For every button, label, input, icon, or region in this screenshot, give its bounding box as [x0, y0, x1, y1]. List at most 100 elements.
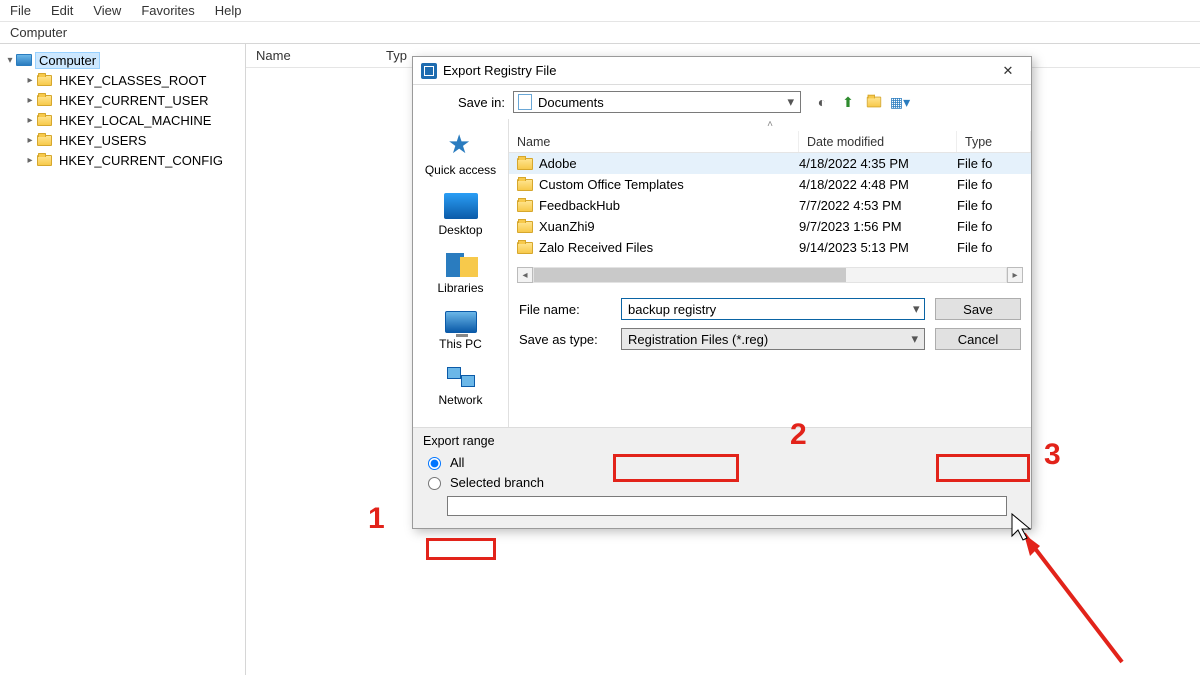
file-date: 4/18/2022 4:35 PM	[799, 156, 957, 171]
tree-node-label: HKEY_CURRENT_CONFIG	[56, 153, 226, 168]
place-this-pc[interactable]: This PC	[413, 303, 508, 359]
close-button[interactable]: ✕	[993, 60, 1023, 82]
folder-icon	[517, 242, 533, 254]
computer-icon	[16, 53, 32, 67]
libraries-icon	[446, 253, 476, 277]
place-label: This PC	[439, 337, 482, 351]
tree-node-label: HKEY_CURRENT_USER	[56, 93, 212, 108]
file-name: Zalo Received Files	[539, 240, 653, 255]
chevron-down-icon[interactable]: ▾	[787, 94, 794, 110]
radio-all[interactable]	[428, 457, 441, 470]
place-libraries[interactable]: Libraries	[413, 245, 508, 303]
save-in-combo[interactable]: Documents ▾	[513, 91, 801, 113]
save-as-type-combo[interactable]: Registration Files (*.reg) ▾	[621, 328, 925, 350]
col-type[interactable]: Type	[957, 131, 1031, 152]
chevron-down-icon[interactable]: ▾	[911, 331, 918, 347]
file-type: File fo	[957, 219, 1031, 234]
chevron-right-icon[interactable]: ▸	[24, 75, 36, 86]
document-icon	[518, 94, 532, 110]
save-button[interactable]: Save	[935, 298, 1021, 320]
up-folder-icon[interactable]: ⬆	[839, 93, 857, 111]
radio-selected-branch[interactable]	[428, 477, 441, 490]
file-row[interactable]: Zalo Received Files 9/14/2023 5:13 PM Fi…	[509, 237, 1031, 258]
file-date: 4/18/2022 4:48 PM	[799, 177, 957, 192]
this-pc-icon	[445, 311, 477, 333]
file-type: File fo	[957, 177, 1031, 192]
cancel-button[interactable]: Cancel	[935, 328, 1021, 350]
address-bar: Computer	[0, 22, 1200, 44]
save-as-type-label: Save as type:	[519, 332, 611, 347]
col-name[interactable]: Name	[509, 131, 799, 152]
file-row[interactable]: XuanZhi9 9/7/2023 1:56 PM File fo	[509, 216, 1031, 237]
scroll-left-icon[interactable]: ◂	[517, 267, 533, 283]
tree-node-label: HKEY_USERS	[56, 133, 149, 148]
regedit-icon	[421, 63, 437, 79]
folder-icon	[517, 200, 533, 212]
scroll-track[interactable]	[533, 267, 1007, 283]
tree-node-label: HKEY_LOCAL_MACHINE	[56, 113, 214, 128]
file-name: Adobe	[539, 156, 577, 171]
tree-node-label: HKEY_CLASSES_ROOT	[56, 73, 209, 88]
file-name: XuanZhi9	[539, 219, 595, 234]
tree-node-hklm[interactable]: ▸ HKEY_LOCAL_MACHINE	[0, 110, 245, 130]
folder-icon	[36, 133, 52, 147]
selected-branch-input[interactable]	[447, 496, 1007, 516]
scroll-right-icon[interactable]: ▸	[1007, 267, 1023, 283]
file-row[interactable]: FeedbackHub 7/7/2022 4:53 PM File fo	[509, 195, 1031, 216]
menu-favorites[interactable]: Favorites	[141, 3, 194, 18]
view-menu-icon[interactable]: ▦▾	[891, 93, 909, 111]
file-name: Custom Office Templates	[539, 177, 684, 192]
horizontal-scrollbar[interactable]: ◂ ▸	[517, 266, 1023, 284]
place-label: Quick access	[425, 163, 496, 177]
file-date: 9/7/2023 1:56 PM	[799, 219, 957, 234]
new-folder-icon[interactable]	[865, 93, 883, 111]
export-range-label: Export range	[423, 434, 1021, 448]
file-row[interactable]: Adobe 4/18/2022 4:35 PM File fo	[509, 153, 1031, 174]
col-date-modified[interactable]: Date modified	[799, 131, 957, 152]
menu-view[interactable]: View	[93, 3, 121, 18]
tree-node-computer[interactable]: ▾ Computer	[0, 50, 245, 70]
chevron-right-icon[interactable]: ▸	[24, 115, 36, 126]
folder-icon	[36, 93, 52, 107]
chevron-right-icon[interactable]: ▸	[24, 155, 36, 166]
save-in-value: Documents	[538, 95, 604, 110]
dialog-title: Export Registry File	[443, 63, 993, 78]
chevron-down-icon[interactable]: ▾	[4, 55, 16, 66]
menu-help[interactable]: Help	[215, 3, 242, 18]
network-icon	[445, 367, 477, 389]
folder-icon	[36, 153, 52, 167]
place-desktop[interactable]: Desktop	[413, 185, 508, 245]
file-row[interactable]: Custom Office Templates 4/18/2022 4:48 P…	[509, 174, 1031, 195]
tree-node-hku[interactable]: ▸ HKEY_USERS	[0, 130, 245, 150]
export-range-selected-branch[interactable]: Selected branch	[423, 472, 1021, 492]
tree-node-hkcc[interactable]: ▸ HKEY_CURRENT_CONFIG	[0, 150, 245, 170]
folder-icon	[517, 221, 533, 233]
save-as-type-value: Registration Files (*.reg)	[628, 332, 768, 347]
export-range-all[interactable]: All	[423, 452, 1021, 472]
desktop-icon	[444, 193, 478, 219]
star-icon	[444, 133, 478, 159]
file-type: File fo	[957, 198, 1031, 213]
tree-node-hkcu[interactable]: ▸ HKEY_CURRENT_USER	[0, 90, 245, 110]
folder-icon	[517, 158, 533, 170]
place-quick-access[interactable]: Quick access	[413, 125, 508, 185]
export-range-group: Export range All Selected branch	[413, 427, 1031, 528]
chevron-right-icon[interactable]: ▸	[24, 95, 36, 106]
save-in-label: Save in:	[413, 95, 513, 110]
tree-node-hkcr[interactable]: ▸ HKEY_CLASSES_ROOT	[0, 70, 245, 90]
file-name-input[interactable]	[621, 298, 925, 320]
menu-edit[interactable]: Edit	[51, 3, 73, 18]
menu-file[interactable]: File	[10, 3, 31, 18]
col-name[interactable]: Name	[246, 44, 376, 67]
menu-bar: File Edit View Favorites Help	[0, 0, 1200, 22]
place-network[interactable]: Network	[413, 359, 508, 415]
back-icon[interactable]: ◐	[813, 93, 831, 111]
dialog-titlebar[interactable]: Export Registry File ✕	[413, 57, 1031, 85]
place-label: Desktop	[438, 223, 482, 237]
chevron-right-icon[interactable]: ▸	[24, 135, 36, 146]
scroll-thumb[interactable]	[534, 268, 846, 282]
place-label: Network	[438, 393, 482, 407]
chevron-down-icon[interactable]: ▾	[913, 301, 920, 317]
place-label: Libraries	[437, 281, 483, 295]
registry-tree[interactable]: ▾ Computer ▸ HKEY_CLASSES_ROOT ▸ HKEY_CU…	[0, 44, 246, 675]
